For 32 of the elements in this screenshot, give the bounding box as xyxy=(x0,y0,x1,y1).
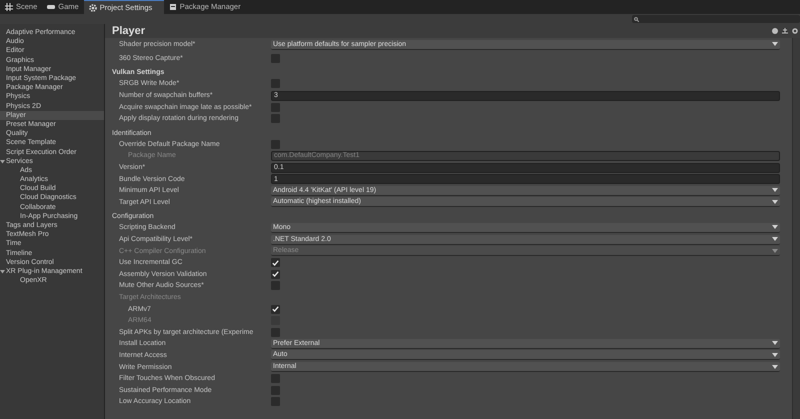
checkbox[interactable] xyxy=(271,386,280,395)
checkbox[interactable] xyxy=(271,54,280,63)
checkbox[interactable] xyxy=(271,397,280,406)
checkbox[interactable] xyxy=(271,140,280,149)
checkbox[interactable] xyxy=(271,258,280,268)
grid-icon xyxy=(5,3,13,11)
checkbox[interactable] xyxy=(271,102,280,112)
caret-icon xyxy=(772,225,778,230)
gear-icon xyxy=(88,4,97,12)
caret-icon xyxy=(772,341,778,346)
expand-arrow-icon[interactable] xyxy=(0,268,5,274)
caret-icon xyxy=(772,248,778,253)
scrollbar[interactable] xyxy=(792,38,800,419)
caret-icon xyxy=(772,188,778,192)
expand-arrow-icon[interactable] xyxy=(0,158,5,164)
checkbox[interactable] xyxy=(271,79,280,88)
checkbox[interactable] xyxy=(271,270,280,279)
checkbox[interactable] xyxy=(271,114,280,124)
caret-icon xyxy=(772,364,778,369)
checkbox[interactable] xyxy=(271,328,280,337)
caret-icon xyxy=(772,42,778,46)
checkbox[interactable] xyxy=(271,374,280,384)
caret-icon xyxy=(772,237,778,242)
caret-icon xyxy=(772,352,778,357)
search-field[interactable] xyxy=(632,15,800,23)
package-icon xyxy=(168,3,177,11)
search-icon xyxy=(634,16,639,22)
checkbox[interactable] xyxy=(271,281,280,290)
caret-icon xyxy=(772,200,778,204)
checkmark-icon xyxy=(272,306,279,312)
settings-icon[interactable] xyxy=(792,28,798,34)
panel-title: Player xyxy=(112,26,146,36)
